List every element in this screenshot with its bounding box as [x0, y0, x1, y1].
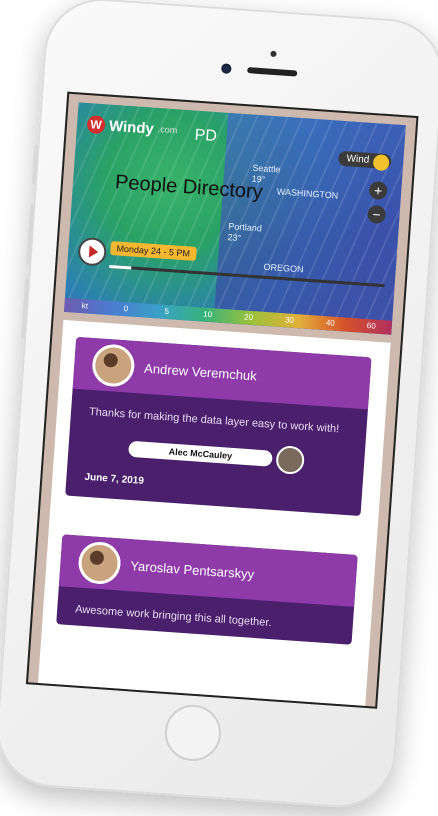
- city-portland: Portland 23°: [227, 221, 262, 245]
- avatar[interactable]: [90, 343, 136, 388]
- person-name: Yaroslav Pentsarskyy: [129, 557, 255, 582]
- scale-value: 0: [123, 304, 129, 314]
- scale-value: 30: [284, 315, 295, 325]
- wind-map[interactable]: W Windy .com PD Seattle 19° WASHINGTON P…: [63, 102, 406, 335]
- scale-value: 20: [243, 312, 254, 323]
- overlay-initials: PD: [194, 126, 218, 146]
- windy-logo-icon: W: [86, 115, 106, 135]
- logo-text: Windy: [108, 117, 155, 138]
- wind-layer-label: Wind: [346, 153, 370, 166]
- play-icon: [88, 245, 99, 259]
- kudos-card[interactable]: Yaroslav Pentsarskyy Awesome work bringi…: [56, 534, 358, 645]
- scale-value: 60: [366, 321, 377, 331]
- avatar[interactable]: [77, 540, 122, 586]
- logo-sub: .com: [157, 124, 178, 136]
- people-feed[interactable]: Andrew Veremchuk Thanks for making the d…: [38, 319, 391, 706]
- scale-value: 5: [164, 306, 170, 317]
- phone-device: W Windy .com PD Seattle 19° WASHINGTON P…: [0, 0, 438, 811]
- scale-unit: kt: [81, 301, 89, 311]
- recipient-avatar[interactable]: [275, 445, 305, 475]
- wind-streaks: [63, 102, 406, 335]
- scale-value: 40: [325, 318, 336, 328]
- recipient-pill[interactable]: Alec McCauley: [128, 440, 273, 467]
- scale-value: 10: [202, 309, 213, 320]
- person-name: Andrew Veremchuk: [143, 360, 258, 383]
- kudos-card[interactable]: Andrew Veremchuk Thanks for making the d…: [65, 336, 372, 517]
- screen: W Windy .com PD Seattle 19° WASHINGTON P…: [25, 91, 419, 709]
